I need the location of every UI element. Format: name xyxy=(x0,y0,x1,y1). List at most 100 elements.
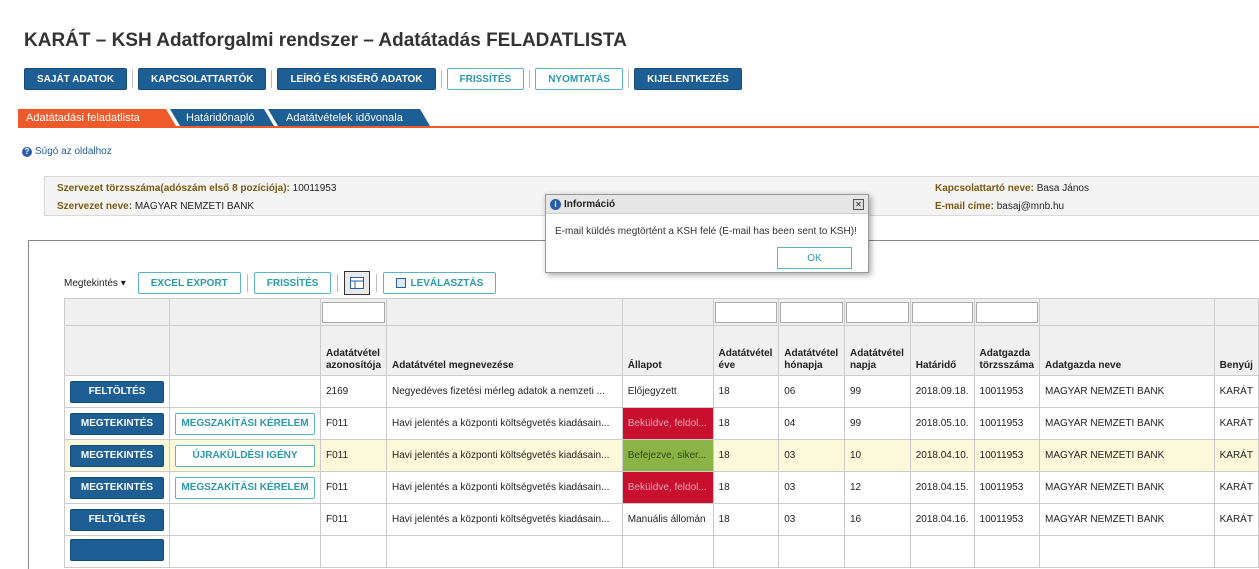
column-header-org-name[interactable]: Adatgazda neve xyxy=(1039,325,1215,376)
filter-cell xyxy=(169,298,321,326)
cell-id: F011 xyxy=(319,471,388,504)
filter-input-month[interactable] xyxy=(780,301,843,323)
cell-name: Havi jelentés a központi költségvetés ki… xyxy=(386,503,623,536)
cell-id xyxy=(319,535,388,568)
dialog-title: Információ xyxy=(564,198,616,210)
table-row[interactable]: MEGTEKINTÉS MEGSZAKÍTÁSI KÉRELEM F011 Ha… xyxy=(64,407,1259,440)
toolbar-separator xyxy=(132,70,134,88)
page-title: KARÁT – KSH Adatforgalmi rendszer – Adat… xyxy=(24,30,627,51)
grid-toolbar: Megtekintés ▾ EXCEL EXPORT FRISSÍTÉS LEV… xyxy=(64,271,497,295)
filter-cell-deadline[interactable] xyxy=(909,298,975,326)
cell-org-id xyxy=(973,535,1041,568)
resend-request-button[interactable]: ÚJRAKÜLDÉSI IGÉNY xyxy=(175,444,315,467)
cell-month: 03 xyxy=(778,471,845,504)
view-button[interactable]: MEGTEKINTÉS xyxy=(70,412,164,435)
info-icon: i xyxy=(550,198,561,210)
filter-input-org-id[interactable] xyxy=(975,301,1039,323)
filter-cell-day[interactable] xyxy=(843,298,911,326)
cell-submitter: KARÁT xyxy=(1213,439,1259,472)
filter-row xyxy=(64,298,1259,326)
filter-cell-id[interactable] xyxy=(319,298,388,326)
main-toolbar: SAJÁT ADATOK KAPCSOLATTARTÓK LEÍRÓ ÉS KI… xyxy=(24,68,742,90)
dialog-header[interactable]: i Információ ✕ xyxy=(546,195,868,214)
view-dropdown[interactable]: Megtekintés ▾ xyxy=(64,278,126,289)
cell-deadline: 2018.05.10. xyxy=(909,407,975,440)
ok-button[interactable]: OK xyxy=(777,247,852,269)
cell-org-name xyxy=(1039,535,1215,568)
column-header-id[interactable]: Adatátvétel azonosítója xyxy=(319,325,388,376)
tab-task-list[interactable]: Adatátadási feladatlista xyxy=(18,109,176,126)
filter-cell xyxy=(1213,298,1259,326)
filter-input-year[interactable] xyxy=(714,301,778,323)
cell-day: 99 xyxy=(843,375,911,408)
cell-month: 04 xyxy=(778,407,845,440)
column-header-day[interactable]: Adatátvétel napja xyxy=(843,325,911,376)
table-row[interactable]: FELTÖLTÉS F011 Havi jelentés a központi … xyxy=(64,503,1259,536)
column-header-status[interactable]: Állapot xyxy=(621,325,714,376)
filter-cell-month[interactable] xyxy=(778,298,845,326)
cell-year: 18 xyxy=(712,407,780,440)
upload-button[interactable]: FELTÖLTÉS xyxy=(70,508,164,531)
own-data-button[interactable]: SAJÁT ADATOK xyxy=(24,68,128,90)
cell-month: 03 xyxy=(778,439,845,472)
table-row[interactable]: MEGTEKINTÉS MEGSZAKÍTÁSI KÉRELEM F011 Ha… xyxy=(64,471,1259,504)
cell-status: Befejezve, siker... xyxy=(621,439,714,472)
action2-cell xyxy=(169,375,321,408)
action-cell: FELTÖLTÉS xyxy=(64,503,170,536)
filter-input-id[interactable] xyxy=(322,301,386,323)
table-row[interactable]: FELTÖLTÉS 2169 Negyedéves fizetési mérle… xyxy=(64,375,1259,408)
help-link[interactable]: ? Súgó az oldalhoz xyxy=(22,146,112,157)
tab-timeline[interactable]: Adatátvételek idővonala xyxy=(268,109,430,126)
cell-deadline: 2018.04.15. xyxy=(909,471,975,504)
cell-id: F011 xyxy=(319,407,388,440)
grid-toolbar-separator xyxy=(246,274,248,292)
column-header-name[interactable]: Adatátvétel megnevezése xyxy=(386,325,623,376)
contacts-button[interactable]: KAPCSOLATTARTÓK xyxy=(138,68,267,90)
filter-input-deadline[interactable] xyxy=(911,301,973,323)
cell-status: Manuális állomán xyxy=(621,503,714,536)
cell-org-id: 10011953 xyxy=(973,439,1041,472)
detach-button[interactable]: LEVÁLASZTÁS xyxy=(383,272,497,294)
close-icon[interactable]: ✕ xyxy=(853,198,864,210)
column-header-year[interactable]: Adatátvétel éve xyxy=(712,325,780,376)
tab-deadline-log[interactable]: Határidőnapló xyxy=(170,109,274,126)
cell-day: 10 xyxy=(843,439,911,472)
refresh-button[interactable]: FRISSÍTÉS xyxy=(446,68,525,90)
org-tax-label: Szervezet törzsszáma(adószám első 8 pozí… xyxy=(57,183,290,194)
table-row-partial[interactable] xyxy=(64,535,1259,568)
excel-export-button[interactable]: EXCEL EXPORT xyxy=(137,272,241,294)
detach-icon xyxy=(396,278,407,288)
contact-name-value: Basa János xyxy=(1036,183,1089,194)
print-button[interactable]: NYOMTATÁS xyxy=(535,68,624,90)
tab-bar: Adatátadási feladatlista Határidőnapló A… xyxy=(18,109,430,126)
filter-cell xyxy=(1039,298,1215,326)
upload-button[interactable]: FELTÖLTÉS xyxy=(70,380,164,403)
cell-year: 18 xyxy=(712,439,780,472)
cell-submitter: KARÁT xyxy=(1213,375,1259,408)
column-header-deadline[interactable]: Határidő xyxy=(909,325,975,376)
cell-year: 18 xyxy=(712,471,780,504)
filter-input-day[interactable] xyxy=(845,301,909,323)
filter-cell xyxy=(64,298,170,326)
column-header-submitter[interactable]: Benyúj xyxy=(1213,325,1259,376)
abort-request-button[interactable]: MEGSZAKÍTÁSI KÉRELEM xyxy=(175,412,315,435)
filter-cell-org-id[interactable] xyxy=(973,298,1041,326)
logout-button[interactable]: KIJELENTKEZÉS xyxy=(634,68,742,90)
contact-email-value: basaj@mnb.hu xyxy=(996,201,1065,212)
view-button[interactable]: MEGTEKINTÉS xyxy=(70,444,164,467)
abort-request-button[interactable]: MEGSZAKÍTÁSI KÉRELEM xyxy=(175,476,315,499)
toolbar-separator xyxy=(529,70,531,88)
org-name: Szervezet neve: MAGYAR NEMZETI BANK xyxy=(57,201,254,212)
grid-refresh-button[interactable]: FRISSÍTÉS xyxy=(253,272,332,294)
filter-cell-year[interactable] xyxy=(712,298,780,326)
row-action-button[interactable] xyxy=(70,539,164,561)
column-header-month[interactable]: Adatátvétel hónapja xyxy=(778,325,845,376)
view-button[interactable]: MEGTEKINTÉS xyxy=(70,476,164,499)
contact-email: E-mail címe: basaj@mnb.hu xyxy=(935,201,1064,212)
task-table: Adatátvétel azonosítója Adatátvétel megn… xyxy=(64,298,1259,568)
table-row-selected[interactable]: MEGTEKINTÉS ÚJRAKÜLDÉSI IGÉNY F011 Havi … xyxy=(64,439,1259,472)
grid-toolbar-separator xyxy=(376,274,378,292)
descriptive-data-button[interactable]: LEÍRÓ ÉS KISÉRŐ ADATOK xyxy=(277,68,436,90)
column-header-org-id[interactable]: Adatgazda törzsszáma xyxy=(973,325,1041,376)
columns-toggle-icon[interactable] xyxy=(344,271,371,295)
